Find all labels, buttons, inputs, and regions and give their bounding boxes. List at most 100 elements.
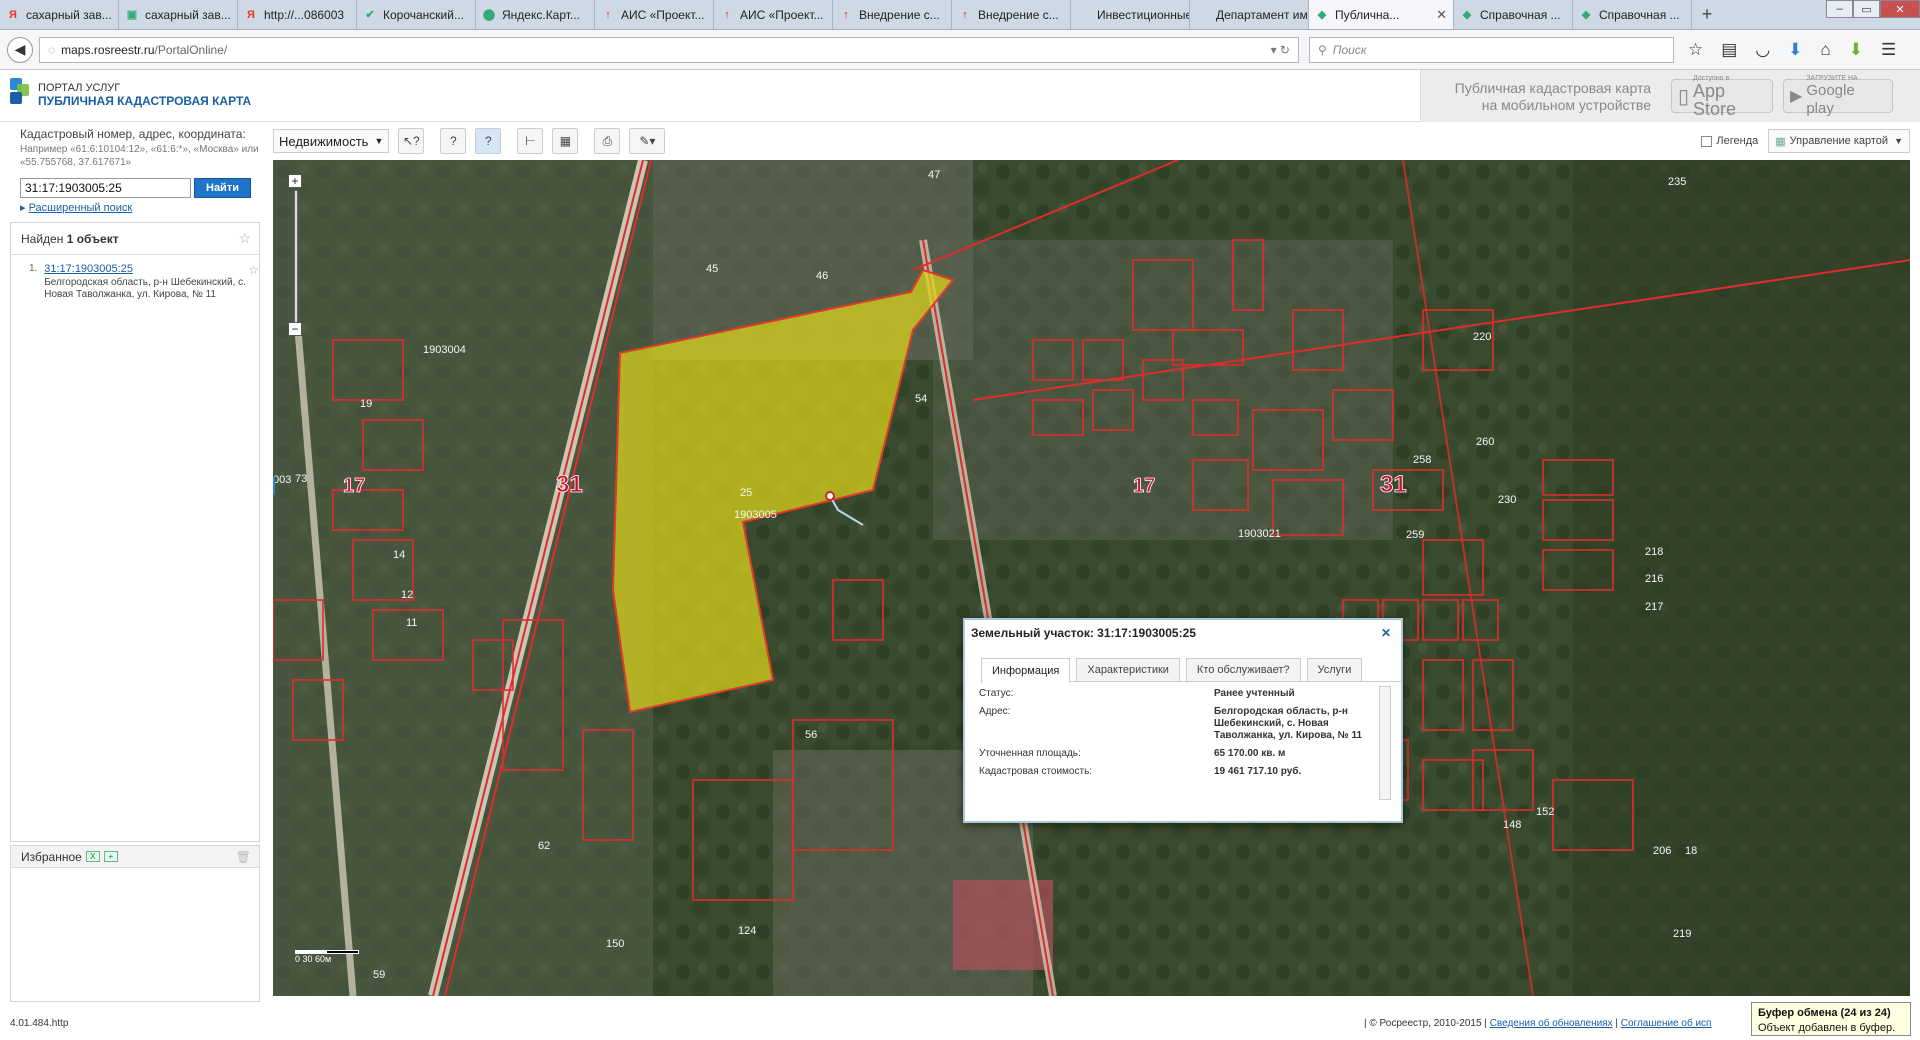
tab-who-serves[interactable]: Кто обслуживает? [1185,658,1301,681]
map-label: 12 [401,589,413,601]
map-label: 148 [1503,819,1521,831]
print-icon[interactable]: ⎙ [594,128,621,154]
browser-tab[interactable]: Департамент им... [1190,0,1309,29]
zoom-out-button[interactable]: − [288,322,302,336]
search-icon: ⚲ [1318,42,1327,57]
browser-tab[interactable]: ↑ Внедрение с... [833,0,952,29]
satellite-map: 1903004 1903005 1903021 25 45 46 47 54 5… [273,160,1910,996]
browser-tab[interactable]: Инвестиционные... [1071,0,1190,29]
map-label: 152 [1536,806,1554,818]
browser-tab[interactable]: ⬤ Яндекс.Карт... [476,0,595,29]
map-label: 260 [1476,436,1494,448]
map-label: 230 [1498,494,1516,506]
map-label: 220 [1473,331,1491,343]
bookmarks-list-icon[interactable]: ▤ [1721,40,1737,60]
cadastral-search-input[interactable] [20,178,191,198]
parcel-info-popup: Земельный участок: 31:17:1903005:25 ✕ Ин… [963,618,1403,823]
tab-favicon-icon: Я [9,8,17,21]
zoom-slider[interactable] [294,190,298,336]
app-store-button[interactable]: ▯ Доступно в App Store [1671,75,1773,118]
clipboard-text: Объект добавлен в буфер. [1758,1022,1896,1034]
url-bar[interactable]: ◌ maps.rosreestr.ru /PortalOnline/ ▾ ↻ [39,36,1299,63]
info-tool-icon[interactable]: ? [440,128,467,154]
menu-icon[interactable]: ☰ [1881,40,1896,60]
reload-icon[interactable]: ▾ ↻ [1271,43,1290,57]
map-label: 18 [1685,845,1697,857]
bookmark-star-icon[interactable]: ☆ [1688,40,1703,60]
ruler-tool-icon[interactable]: ✎▾ [629,128,666,154]
browser-tab[interactable]: ↑ АИС «Проект... [714,0,833,29]
tab-favicon-icon: ⬤ [482,9,496,21]
tab-services[interactable]: Услуги [1306,658,1363,681]
result-link[interactable]: 31:17:1903005:25 [44,263,133,275]
browser-tab[interactable]: ↑ АИС «Проект... [595,0,714,29]
close-window-icon[interactable]: ✕ [1880,0,1920,18]
browser-tab[interactable]: ◆ Справочная ... [1454,0,1573,29]
tab-label: АИС «Проект... [740,7,824,22]
close-icon[interactable]: ✕ [1381,626,1391,640]
tab-characteristics[interactable]: Характеристики [1076,658,1180,681]
browser-tab[interactable]: ↑ Внедрение с... [952,0,1071,29]
url-host: maps.rosreestr.ru [61,42,155,57]
tab-favicon-icon [1077,8,1091,22]
find-button[interactable]: Найти [194,178,251,198]
map-control-button[interactable]: ▦ Управление картой ▼ [1768,129,1910,153]
agreement-link[interactable]: Соглашение об исп [1621,1018,1712,1029]
measure-tool-icon[interactable]: ⊢ [517,128,544,154]
portal-logo[interactable]: ПОРТАЛ УСЛУГ ПУБЛИЧНАЯ КАДАСТРОВАЯ КАРТА [10,78,251,108]
info-active-tool-icon[interactable]: ? [475,128,502,154]
info-row: Кадастровая стоимость: 19 461 717.10 руб. [979,766,1302,777]
tab-label: Яндекс.Карт... [502,7,580,22]
new-tab-button[interactable]: + [1692,0,1722,29]
clipboard-notification: Буфер обмена (24 из 24) Объект добавлен … [1751,1002,1911,1036]
browser-tab[interactable]: Ясахарный зав... [0,0,119,29]
map-label: 124 [738,925,756,937]
google-play-button[interactable]: ▶ ЗАГРУЗИТЕ НА Google play [1783,75,1893,117]
map-label: 14 [393,549,405,561]
panel-collapse-handle[interactable] [273,476,275,496]
download-icon[interactable]: ⬇ [1788,40,1802,60]
layer-select[interactable]: Недвижимость ▼ [273,129,390,153]
grid-icon: ▦ [1775,135,1786,148]
tab-close-icon[interactable]: ✕ [1436,7,1447,23]
layers-tool-icon[interactable]: ▦ [552,128,579,154]
back-button[interactable]: ◀ [7,36,33,63]
trash-icon[interactable]: 🗑 [236,850,251,864]
browser-search-input[interactable]: ⚲ Поиск [1309,36,1674,63]
browser-tab[interactable]: ◆ Публична... ✕ [1309,0,1454,29]
tab-label: Инвестиционные... [1097,7,1189,22]
identify-tool-icon[interactable]: ↖? [398,128,425,154]
map-canvas[interactable]: 1903004 1903005 1903021 25 45 46 47 54 5… [273,160,1910,996]
tab-favicon-icon: ◆ [1317,9,1327,21]
popup-scrollbar[interactable] [1379,686,1391,800]
globe-icon: ◌ [48,42,56,57]
map-label: 216 [1645,573,1663,585]
result-item: 1. 31:17:1903005:25 Белгородская область… [29,263,259,301]
popup-title: Земельный участок: 31:17:1903005:25 [971,626,1196,640]
addon-download-icon[interactable]: ⬇ [1849,40,1863,60]
home-icon[interactable]: ⌂ [1820,40,1830,60]
map-label: 217 [1645,601,1663,613]
tab-label: Справочная ... [1480,7,1561,22]
legend-checkbox[interactable] [1701,135,1713,147]
result-star-icon[interactable]: ☆ [248,263,259,301]
maximize-icon[interactable]: ▭ [1853,0,1880,18]
minimize-icon[interactable]: – [1826,0,1853,18]
tab-info[interactable]: Информация [981,658,1071,683]
export-excel-icon[interactable]: X [85,851,100,862]
updates-link[interactable]: Сведения об обновлениях [1490,1018,1613,1029]
browser-tab[interactable]: ▣ сахарный зав... [119,0,238,29]
add-excel-icon[interactable]: + [103,851,118,862]
browser-tab[interactable]: ✔ Корочанский... [357,0,476,29]
favorite-star-icon[interactable]: ☆ [238,230,251,247]
map-label: 235 [1668,176,1686,188]
map-label: 150 [606,938,624,950]
window-controls: – ▭ ✕ [1826,0,1920,29]
browser-tab[interactable]: ◆ Справочная ... [1573,0,1692,29]
zoom-in-button[interactable]: + [288,174,302,188]
map-label: 11 [406,617,417,629]
pocket-icon[interactable]: ◡ [1755,40,1770,60]
tab-favicon-icon: ↑ [962,8,968,21]
browser-tab[interactable]: Яhttp://...086003 [238,0,357,29]
advanced-search-link[interactable]: ▸ Расширенный поиск [10,198,260,214]
